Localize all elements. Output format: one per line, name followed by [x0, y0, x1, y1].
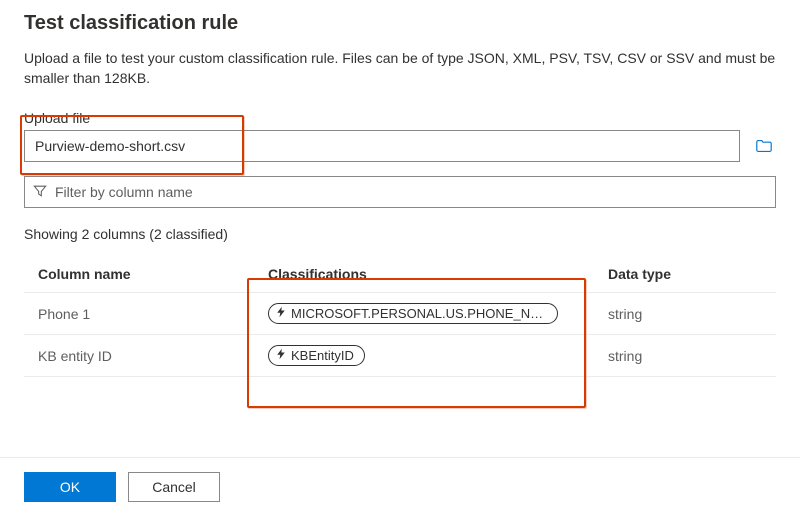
showing-columns-text: Showing 2 columns (2 classified) — [24, 226, 776, 242]
folder-open-icon[interactable] — [752, 134, 776, 158]
filter-icon — [33, 184, 47, 201]
header-column-name: Column name — [24, 256, 254, 293]
footer-divider — [0, 457, 800, 458]
ok-button[interactable]: OK — [24, 472, 116, 502]
filter-input-wrapper[interactable] — [24, 176, 776, 208]
table-row: KB entity ID KBEntityID string — [24, 335, 776, 377]
upload-section: Upload file — [24, 106, 776, 162]
upload-file-input[interactable] — [24, 130, 740, 162]
filter-input[interactable] — [55, 184, 767, 200]
cell-data-type: string — [594, 335, 776, 377]
upload-file-label: Upload file — [24, 106, 776, 126]
header-classifications: Classifications — [254, 256, 594, 293]
cell-column-name: KB entity ID — [24, 335, 254, 377]
filter-section — [24, 176, 776, 208]
header-data-type: Data type — [594, 256, 776, 293]
table-row: Phone 1 MICROSOFT.PERSONAL.US.PHONE_NU..… — [24, 293, 776, 335]
cell-column-name: Phone 1 — [24, 293, 254, 335]
classification-label: MICROSOFT.PERSONAL.US.PHONE_NU... — [291, 306, 547, 321]
bolt-icon — [275, 348, 287, 363]
page-title: Test classification rule — [24, 12, 776, 35]
classification-chip[interactable]: KBEntityID — [268, 345, 365, 366]
footer-buttons: OK Cancel — [24, 472, 220, 502]
results-table: Column name Classifications Data type Ph… — [24, 256, 776, 377]
cancel-button[interactable]: Cancel — [128, 472, 220, 502]
classification-chip[interactable]: MICROSOFT.PERSONAL.US.PHONE_NU... — [268, 303, 558, 324]
description-text: Upload a file to test your custom classi… — [24, 49, 776, 88]
bolt-icon — [275, 306, 287, 321]
classification-label: KBEntityID — [291, 348, 354, 363]
cell-data-type: string — [594, 293, 776, 335]
